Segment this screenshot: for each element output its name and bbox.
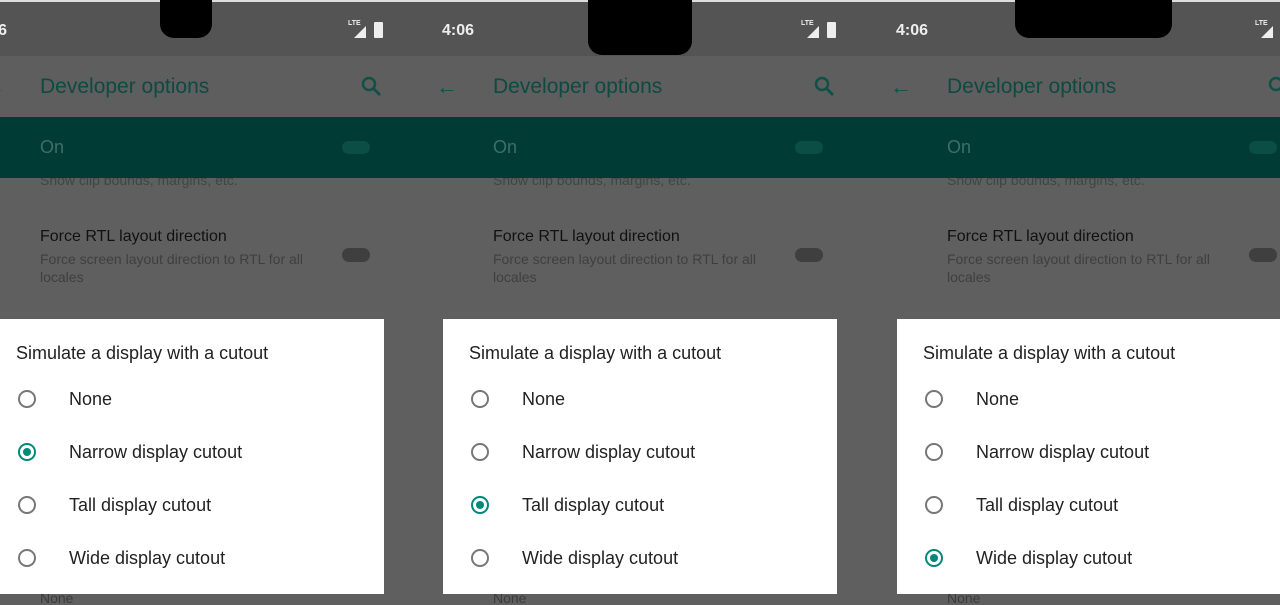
master-toggle[interactable] <box>1249 141 1277 154</box>
option-label: None <box>522 389 566 409</box>
master-switch-label: On <box>40 137 65 157</box>
back-arrow-icon[interactable]: ← <box>890 74 912 100</box>
cutout-option[interactable]: Narrow display cutout <box>897 434 1280 474</box>
option-label: None <box>976 389 1020 409</box>
option-label: Wide display cutout <box>69 548 226 568</box>
option-label: Narrow display cutout <box>69 442 243 462</box>
search-icon[interactable] <box>359 74 383 98</box>
status-bar: 4:06 LTE <box>0 2 429 56</box>
app-bar: ← Developer options <box>428 56 882 117</box>
display-cutout <box>160 0 212 38</box>
rtl-toggle[interactable] <box>342 248 370 262</box>
phone-screen: 4:06 LTE ← Developer options Show clip b… <box>882 0 1280 605</box>
radio-button[interactable] <box>18 443 36 461</box>
cutout-dialog: Simulate a display with a cutout None Na… <box>0 319 384 594</box>
master-toggle[interactable] <box>795 141 823 154</box>
cutout-option[interactable]: Narrow display cutout <box>443 434 837 474</box>
radio-button[interactable] <box>471 549 489 567</box>
option-label: Wide display cutout <box>522 548 679 568</box>
cutout-option[interactable]: Tall display cutout <box>897 487 1280 527</box>
radio-button[interactable] <box>18 549 36 567</box>
dialog-title: Simulate a display with a cutout <box>469 343 722 363</box>
phone-screen: 4:06 LTE ← Developer options Show clip b… <box>0 0 429 605</box>
option-label: Tall display cutout <box>522 495 665 515</box>
lte-signal-icon: LTE <box>801 20 819 38</box>
rtl-setting-title: Force RTL layout direction <box>40 228 227 245</box>
battery-charging-icon <box>374 22 383 38</box>
cutout-option[interactable]: Wide display cutout <box>897 540 1280 580</box>
option-label: Tall display cutout <box>69 495 212 515</box>
cutout-dialog: Simulate a display with a cutout None Na… <box>443 319 837 594</box>
page-title: Developer options <box>947 75 1117 98</box>
cutout-option[interactable]: Narrow display cutout <box>0 434 384 474</box>
cutout-dialog: Simulate a display with a cutout None Na… <box>897 319 1280 594</box>
cutout-option[interactable]: None <box>443 381 837 421</box>
display-cutout <box>1015 0 1172 38</box>
status-time: 4:06 <box>442 22 475 39</box>
status-time: 4:06 <box>0 22 8 39</box>
phone-screen: 4:06 LTE ← Developer options Show clip b… <box>428 0 882 605</box>
cutout-option[interactable]: Tall display cutout <box>0 487 384 527</box>
option-label: Narrow display cutout <box>976 442 1150 462</box>
master-switch-row[interactable]: On <box>882 117 1280 178</box>
back-arrow-icon[interactable]: ← <box>436 74 458 100</box>
master-switch-label: On <box>947 137 972 157</box>
status-time: 4:06 <box>896 22 929 39</box>
rtl-toggle[interactable] <box>1249 248 1277 262</box>
battery-charging-icon <box>827 22 836 38</box>
option-label: Narrow display cutout <box>522 442 696 462</box>
radio-button[interactable] <box>925 443 943 461</box>
cutout-option[interactable]: None <box>897 381 1280 421</box>
rtl-toggle[interactable] <box>795 248 823 262</box>
search-icon[interactable] <box>812 74 836 98</box>
rtl-setting-subtitle: Force screen layout direction to RTL for… <box>40 251 304 285</box>
cutout-option[interactable]: Tall display cutout <box>443 487 837 527</box>
app-bar: ← Developer options <box>0 56 429 117</box>
option-label: Tall display cutout <box>976 495 1119 515</box>
lte-signal-icon: LTE <box>348 20 366 38</box>
radio-button[interactable] <box>925 496 943 514</box>
search-icon[interactable] <box>1266 74 1280 98</box>
radio-button[interactable] <box>471 390 489 408</box>
master-switch-row[interactable]: On <box>0 117 429 178</box>
lte-signal-icon: LTE <box>1255 20 1273 38</box>
rtl-setting-title: Force RTL layout direction <box>493 228 680 245</box>
rtl-setting-title: Force RTL layout direction <box>947 228 1134 245</box>
cutout-option[interactable]: Wide display cutout <box>443 540 837 580</box>
radio-button[interactable] <box>471 496 489 514</box>
radio-button[interactable] <box>18 496 36 514</box>
rtl-setting-subtitle: Force screen layout direction to RTL for… <box>493 251 757 285</box>
display-cutout <box>588 0 692 55</box>
radio-button[interactable] <box>471 443 489 461</box>
dialog-title: Simulate a display with a cutout <box>16 343 269 363</box>
cutout-option[interactable]: None <box>0 381 384 421</box>
dialog-title: Simulate a display with a cutout <box>923 343 1176 363</box>
cutout-option[interactable]: Wide display cutout <box>0 540 384 580</box>
app-bar: ← Developer options <box>882 56 1280 117</box>
radio-button[interactable] <box>925 549 943 567</box>
rtl-setting-subtitle: Force screen layout direction to RTL for… <box>947 251 1211 285</box>
page-title: Developer options <box>493 75 663 98</box>
back-arrow-icon[interactable]: ← <box>0 74 5 100</box>
radio-button[interactable] <box>18 390 36 408</box>
option-label: None <box>69 389 113 409</box>
radio-button[interactable] <box>925 390 943 408</box>
page-title: Developer options <box>40 75 210 98</box>
master-switch-row[interactable]: On <box>428 117 882 178</box>
master-switch-label: On <box>493 137 518 157</box>
option-label: Wide display cutout <box>976 548 1133 568</box>
master-toggle[interactable] <box>342 141 370 154</box>
